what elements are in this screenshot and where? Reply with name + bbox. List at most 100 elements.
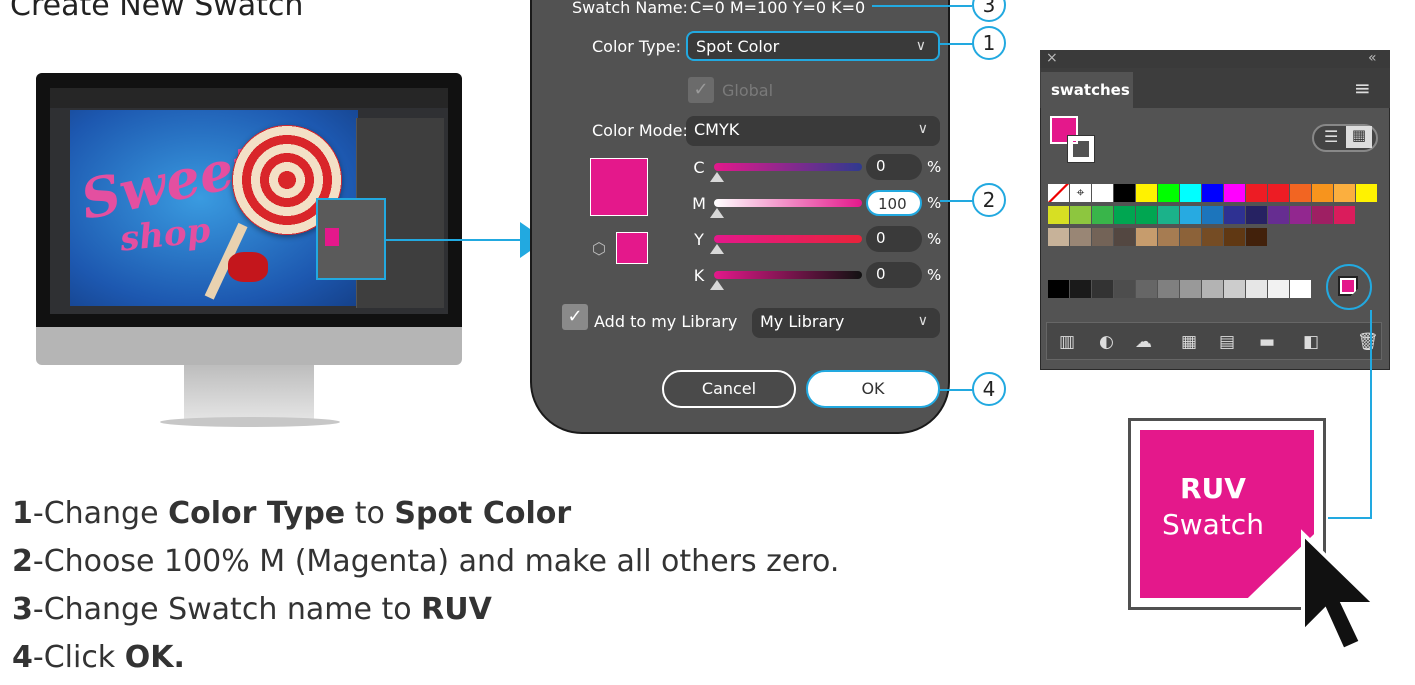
black-slider[interactable] bbox=[714, 271, 862, 279]
global-checkbox[interactable]: ✓ bbox=[688, 77, 714, 103]
swatch-cell[interactable] bbox=[1158, 184, 1179, 202]
swatch-cell[interactable] bbox=[1224, 206, 1245, 224]
gray-swatch-cell[interactable] bbox=[1070, 280, 1091, 298]
panel-menu-icon[interactable]: ≡ bbox=[1354, 76, 1371, 100]
swatch-cell[interactable] bbox=[1246, 206, 1267, 224]
swatch-cell[interactable] bbox=[1158, 206, 1179, 224]
gray-swatch-cell[interactable] bbox=[1136, 280, 1157, 298]
add-to-library-checkbox[interactable]: ✓ bbox=[562, 304, 588, 330]
swatch-cell[interactable] bbox=[1092, 206, 1113, 224]
yellow-value-input[interactable]: 0 bbox=[866, 226, 922, 252]
swatch-cell[interactable] bbox=[1202, 206, 1223, 224]
gray-swatch-cell[interactable] bbox=[1048, 280, 1069, 298]
collapse-icon[interactable]: « bbox=[1368, 50, 1377, 66]
swatch-cell[interactable] bbox=[1070, 228, 1091, 246]
swatch-cell[interactable] bbox=[1268, 184, 1289, 202]
gray-swatch-cell[interactable] bbox=[1246, 280, 1267, 298]
stroke-color-icon[interactable] bbox=[1067, 135, 1095, 163]
out-of-gamut-cube-icon[interactable]: ⬡ bbox=[592, 239, 606, 258]
step-3: 3-Change Swatch name to RUV bbox=[12, 592, 492, 627]
swatch-cell[interactable] bbox=[1268, 206, 1289, 224]
swatch-cell[interactable] bbox=[1092, 228, 1113, 246]
swatch-cell[interactable] bbox=[1202, 184, 1223, 202]
gray-swatch-cell[interactable] bbox=[1158, 280, 1179, 298]
list-view-icon[interactable]: ☰ bbox=[1324, 127, 1338, 146]
swatch-options-icon[interactable]: ▤ bbox=[1219, 332, 1235, 352]
swatch-cell[interactable] bbox=[1356, 184, 1377, 202]
swatch-cell[interactable] bbox=[1290, 184, 1311, 202]
swatch-cell[interactable] bbox=[1202, 228, 1223, 246]
swatch-cell[interactable] bbox=[1224, 228, 1245, 246]
gray-swatch-cell[interactable] bbox=[1114, 280, 1135, 298]
swatch-cell[interactable] bbox=[1158, 228, 1179, 246]
color-mode-select[interactable]: CMYK ∨ bbox=[686, 116, 940, 146]
magenta-slider[interactable] bbox=[714, 199, 862, 207]
swatch-cell[interactable] bbox=[1114, 228, 1135, 246]
ok-button[interactable]: OK bbox=[806, 370, 940, 408]
swatch-name-input[interactable]: C=0 M=100 Y=0 K=0 bbox=[690, 0, 865, 17]
library-select[interactable]: My Library ∨ bbox=[752, 308, 940, 338]
swatch-cell[interactable] bbox=[1334, 206, 1355, 224]
step-4: 4-Click OK. bbox=[12, 640, 185, 675]
new-folder-icon[interactable]: ▬ bbox=[1259, 332, 1275, 352]
place-swatch-icon[interactable]: ◐ bbox=[1099, 332, 1114, 352]
swatch-cell[interactable] bbox=[1048, 206, 1069, 224]
magenta-percent: % bbox=[927, 194, 942, 212]
color-group-icon[interactable]: ▦ bbox=[1181, 332, 1197, 352]
swatch-cell[interactable] bbox=[1114, 184, 1135, 202]
new-swatch-button-icon[interactable]: ◧ bbox=[1303, 332, 1319, 352]
cc-library-icon[interactable]: ☁ bbox=[1135, 332, 1152, 352]
yellow-slider[interactable] bbox=[714, 235, 862, 243]
gray-swatch-cell[interactable] bbox=[1268, 280, 1289, 298]
swatch-cell[interactable] bbox=[1180, 184, 1201, 202]
swatch-libraries-icon[interactable]: ▥ bbox=[1059, 332, 1075, 352]
magenta-value-input[interactable]: 100 bbox=[866, 190, 922, 216]
swatch-cell[interactable] bbox=[1334, 184, 1355, 202]
global-label: Global bbox=[722, 81, 774, 100]
swatch-name-label: Swatch Name: bbox=[572, 0, 688, 17]
gray-swatch-cell[interactable] bbox=[1180, 280, 1201, 298]
trash-icon[interactable]: 🗑 bbox=[1357, 332, 1379, 352]
swatch-cell[interactable] bbox=[1048, 184, 1069, 202]
color-type-select[interactable]: Spot Color ∨ bbox=[686, 31, 940, 61]
gray-swatch-cell[interactable] bbox=[1290, 280, 1311, 298]
panel-bottom-toolbar: ▥ ◐ ☁ ▦ ▤ ▬ ◧ 🗑 bbox=[1046, 322, 1382, 360]
step-2: 2-Choose 100% M (Magenta) and make all o… bbox=[12, 544, 840, 579]
cyan-percent: % bbox=[927, 158, 942, 176]
swatch-cell[interactable] bbox=[1180, 206, 1201, 224]
swatch-cell[interactable] bbox=[1224, 184, 1245, 202]
swatch-cell[interactable] bbox=[1092, 184, 1113, 202]
swatch-cell[interactable] bbox=[1114, 206, 1135, 224]
cancel-button[interactable]: Cancel bbox=[662, 370, 796, 408]
yellow-slider-thumb[interactable] bbox=[710, 244, 724, 254]
yellow-percent: % bbox=[927, 230, 942, 248]
swatch-cell[interactable] bbox=[1312, 206, 1333, 224]
swatch-cell[interactable] bbox=[1246, 228, 1267, 246]
black-value-input[interactable]: 0 bbox=[866, 262, 922, 288]
swatch-cell[interactable] bbox=[1070, 206, 1091, 224]
color-type-label: Color Type: bbox=[592, 37, 681, 56]
swatch-cell[interactable] bbox=[1246, 184, 1267, 202]
close-icon[interactable]: × bbox=[1046, 50, 1058, 66]
swatch-cell[interactable] bbox=[1180, 228, 1201, 246]
swatch-cell[interactable] bbox=[1048, 228, 1069, 246]
magenta-slider-thumb[interactable] bbox=[710, 208, 724, 218]
gray-swatch-cell[interactable] bbox=[1224, 280, 1245, 298]
swatch-cell[interactable]: ⌖ bbox=[1070, 184, 1091, 202]
black-percent: % bbox=[927, 266, 942, 284]
swatch-cell[interactable] bbox=[1290, 206, 1311, 224]
swatch-cell[interactable] bbox=[1136, 184, 1157, 202]
cyan-slider-thumb[interactable] bbox=[710, 172, 724, 182]
gray-swatch-cell[interactable] bbox=[1202, 280, 1223, 298]
swatch-cell[interactable] bbox=[1136, 228, 1157, 246]
step-1: 1-Change Color Type to Spot Color bbox=[12, 496, 572, 531]
chevron-down-icon: ∨ bbox=[917, 313, 928, 329]
cyan-value-input[interactable]: 0 bbox=[866, 154, 922, 180]
tab-swatches[interactable]: swatches bbox=[1041, 72, 1133, 108]
black-slider-thumb[interactable] bbox=[710, 280, 724, 290]
gray-swatch-cell[interactable] bbox=[1092, 280, 1113, 298]
grid-view-icon[interactable]: ▦ bbox=[1346, 126, 1372, 148]
cyan-slider[interactable] bbox=[714, 163, 862, 171]
swatch-cell[interactable] bbox=[1312, 184, 1333, 202]
swatch-cell[interactable] bbox=[1136, 206, 1157, 224]
